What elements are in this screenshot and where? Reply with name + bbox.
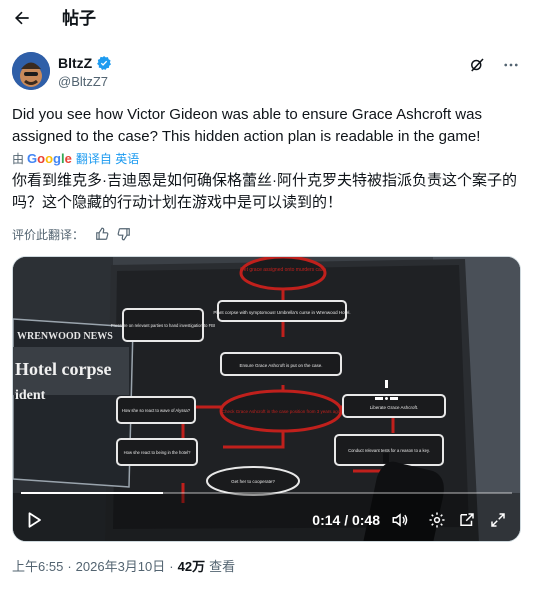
author-row: BltzZ @BltzZ7 [12, 52, 522, 92]
flow-react-hotel-node: How she react to being in the hotel? [124, 450, 191, 455]
flow-plant-node: Plant corpse with symptomous! Umbrella's… [213, 310, 350, 315]
thumbs-down-icon [117, 228, 130, 241]
play-button[interactable] [25, 511, 43, 529]
post-text: Did you see how Victor Gideon was able t… [12, 106, 482, 145]
settings-button[interactable] [427, 510, 447, 530]
flow-check-node: Check Grace Ashcroft in the case positio… [222, 409, 341, 414]
video-player[interactable]: WRENWOOD NEWS Hotel corpse ident Get gra… [12, 256, 521, 542]
translate-prefix: 由 [12, 151, 25, 166]
flow-conduct-node: Conduct relevant tests for a reason to a… [348, 448, 430, 453]
video-progress-bar[interactable] [21, 492, 512, 494]
view-label: 查看 [209, 559, 236, 574]
translation-attribution: 由 Google 翻译自 英语 [12, 150, 139, 166]
newspaper-subhead: ident [15, 388, 46, 403]
thumbs-down-button[interactable] [116, 226, 132, 242]
thumbs-up-icon [96, 227, 109, 240]
avatar[interactable] [12, 52, 50, 90]
translate-source-link[interactable]: 翻译自 英语 [76, 150, 139, 167]
arrow-left-icon [15, 11, 29, 25]
pip-icon [460, 513, 474, 526]
rate-translation-row: 评价此翻译： [12, 226, 132, 242]
meta-separator: · [67, 559, 72, 574]
flow-cooperate-node: Get her to cooperate? [231, 479, 275, 484]
google-logo: Google [27, 150, 72, 166]
post-metadata: 上午6:55 · 2026年3月10日 · 42万 查看 [12, 558, 235, 576]
post-date[interactable]: 2026年3月10日 [76, 558, 166, 576]
fullscreen-icon [491, 513, 505, 527]
video-progress-fill [21, 492, 164, 494]
flow-react-alyssa-node: How she so react to wave of Alyssa? [122, 408, 191, 413]
back-button[interactable] [8, 4, 36, 32]
speaker-icon [392, 513, 408, 527]
user-handle[interactable]: @BltzZ7 [58, 73, 108, 90]
flow-liberate-node: Liberate Grace Ashcroft. [370, 405, 419, 410]
more-options-button[interactable] [500, 54, 522, 76]
thumbs-up-button[interactable] [94, 226, 110, 242]
meta-separator: · [169, 559, 174, 574]
display-name[interactable]: BltzZ [58, 54, 92, 72]
view-count: 42万 [177, 559, 206, 574]
more-horizontal-icon [504, 63, 518, 67]
play-icon [28, 512, 41, 528]
flow-pressure-node: Pressure on relevant parties to hand inv… [111, 323, 215, 328]
flow-top-node: Get grace assigned onto murders case [240, 267, 326, 273]
video-frame: WRENWOOD NEWS Hotel corpse ident Get gra… [13, 257, 520, 541]
flow-ensure-node: Ensure Grace Ashcroft is put on the case… [239, 363, 322, 368]
newspaper-masthead: WRENWOOD NEWS [17, 331, 113, 342]
page-title: 帖子 [62, 9, 96, 28]
popout-button[interactable] [457, 510, 477, 530]
verified-badge-icon [97, 56, 112, 70]
grok-button[interactable] [466, 54, 488, 76]
gear-icon [429, 512, 445, 528]
video-time: 0:14 / 0:48 [312, 512, 380, 528]
grok-icon [471, 58, 484, 72]
rate-translation-label: 评价此翻译： [12, 227, 85, 242]
newspaper-headline: Hotel corpse [15, 359, 111, 379]
top-bar: 帖子 [0, 0, 534, 40]
volume-button[interactable] [390, 510, 410, 530]
translated-text: 你看到维克多·吉迪恩是如何确保格蕾丝·阿什克罗夫特被指派负责这个案子的吗？这个隐… [12, 172, 517, 211]
fullscreen-button[interactable] [488, 510, 508, 530]
post-time[interactable]: 上午6:55 [12, 558, 63, 576]
